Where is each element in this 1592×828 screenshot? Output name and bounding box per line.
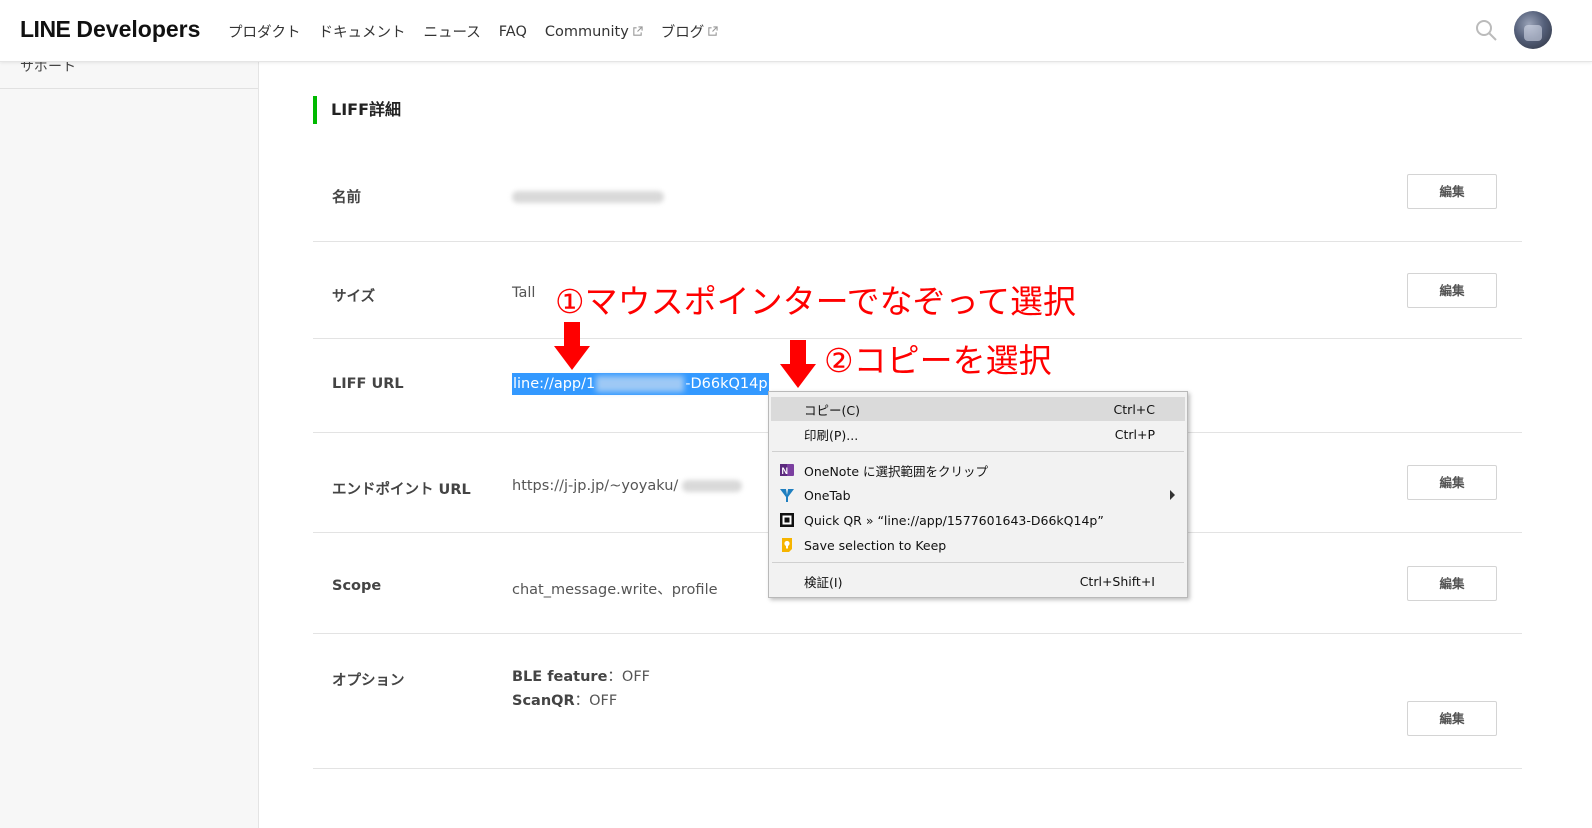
- row-label: Scope: [332, 578, 382, 594]
- menu-label: Quick QR » “line://app/1577601643-D66kQ1…: [804, 512, 1104, 528]
- line-developers-logo[interactable]: LINE Developers: [20, 16, 200, 43]
- top-header: LINE Developers プロダクト ドキュメント ニュース FAQ Com…: [0, 0, 1592, 62]
- edit-button-options[interactable]: 編集: [1407, 701, 1497, 736]
- menu-item-onetab[interactable]: OneTab: [771, 483, 1185, 507]
- user-avatar[interactable]: [1514, 11, 1552, 49]
- edit-button-name[interactable]: 編集: [1407, 174, 1497, 209]
- option-value: OFF: [621, 669, 651, 685]
- edit-button-scope[interactable]: 編集: [1407, 566, 1497, 601]
- sidebar-divider: [0, 88, 258, 89]
- nav-label: FAQ: [498, 23, 527, 40]
- row-label: 名前: [332, 190, 361, 206]
- annotation-step2: ②コピーを選択: [824, 341, 1052, 380]
- edit-button-endpoint[interactable]: 編集: [1407, 465, 1497, 500]
- menu-separator: [772, 562, 1184, 563]
- down-arrow-icon: [780, 340, 816, 388]
- down-arrow-icon: [554, 322, 590, 370]
- menu-label: 検証(I): [804, 574, 843, 590]
- menu-separator: [772, 451, 1184, 452]
- row-label: エンドポイント URL: [332, 482, 471, 498]
- nav-item-faq[interactable]: FAQ: [499, 21, 527, 42]
- row-value: Tall: [512, 285, 536, 301]
- option-ble: BLE feature：OFF: [512, 665, 650, 689]
- onetab-icon: [780, 489, 794, 502]
- menu-item-onenote[interactable]: N OneNote に選択範囲をクリップ: [771, 458, 1185, 482]
- sidebar: サポート: [0, 59, 259, 828]
- option-value: OFF: [589, 693, 618, 709]
- submenu-arrow-icon: [1170, 490, 1175, 500]
- nav-label: プロダクト: [228, 25, 301, 41]
- row-name: 名前 編集: [313, 145, 1522, 242]
- context-menu: コピー(C) Ctrl+C 印刷(P)... Ctrl+P N OneNote …: [768, 391, 1188, 598]
- edit-button-size[interactable]: 編集: [1407, 273, 1497, 308]
- option-sep: ：: [574, 693, 590, 709]
- search-icon[interactable]: [1474, 18, 1498, 42]
- section-title: LIFF詳細: [313, 96, 401, 124]
- menu-shortcut: Ctrl+Shift+I: [1079, 573, 1155, 589]
- nav-item-products[interactable]: プロダクト: [228, 21, 301, 42]
- menu-item-copy[interactable]: コピー(C) Ctrl+C: [771, 397, 1185, 421]
- selected-text: line://app/1 -D66kQ14p: [512, 373, 769, 395]
- menu-item-inspect[interactable]: 検証(I) Ctrl+Shift+I: [771, 569, 1185, 593]
- nav-label: Community: [544, 23, 629, 40]
- menu-label: コピー(C): [804, 402, 860, 418]
- menu-item-keep[interactable]: Save selection to Keep: [771, 533, 1185, 557]
- endpoint-url-text: https://j-jp.jp/~yoyaku/: [512, 478, 679, 494]
- nav-item-blog[interactable]: ブログ: [661, 21, 719, 42]
- logo-developers-text: Developers: [76, 16, 201, 42]
- external-link-icon: [708, 26, 718, 36]
- annotation-step1: ①マウスポインターでなぞって選択: [555, 282, 1076, 321]
- menu-label: Save selection to Keep: [804, 537, 947, 553]
- option-sep: ：: [607, 669, 622, 685]
- menu-item-quick-qr[interactable]: Quick QR » “line://app/1577601643-D66kQ1…: [771, 508, 1185, 532]
- menu-label: 印刷(P)...: [804, 427, 859, 443]
- options-values: BLE feature：OFF ScanQR：OFF: [512, 665, 650, 713]
- row-label: LIFF URL: [332, 376, 404, 392]
- keep-icon: [782, 538, 792, 552]
- logo-line-text: LINE: [20, 16, 71, 42]
- main-nav: プロダクト ドキュメント ニュース FAQ Community ブログ: [228, 21, 718, 42]
- menu-shortcut: Ctrl+C: [1113, 401, 1155, 417]
- menu-label: OneTab: [804, 487, 851, 503]
- option-label: ScanQR: [512, 693, 575, 709]
- row-value-blurred: [512, 189, 664, 205]
- nav-label: ドキュメント: [318, 25, 406, 41]
- menu-shortcut: Ctrl+P: [1114, 426, 1155, 442]
- liff-url-suffix: -D66kQ14p: [685, 376, 768, 392]
- nav-label: ニュース: [423, 25, 481, 41]
- row-value: https://j-jp.jp/~yoyaku/: [512, 478, 743, 494]
- row-label: サイズ: [332, 289, 376, 305]
- row-label: オプション: [332, 673, 405, 689]
- menu-item-print[interactable]: 印刷(P)... Ctrl+P: [771, 422, 1185, 446]
- svg-text:N: N: [782, 466, 789, 476]
- menu-label: OneNote に選択範囲をクリップ: [804, 463, 989, 479]
- row-options: オプション BLE feature：OFF ScanQR：OFF 編集: [313, 634, 1522, 769]
- row-value: chat_message.write、profile: [512, 582, 718, 598]
- option-label: BLE feature: [512, 669, 608, 685]
- liff-url-prefix: line://app/1: [513, 376, 596, 392]
- onenote-icon: N: [780, 464, 794, 476]
- nav-item-news[interactable]: ニュース: [424, 21, 481, 42]
- option-scanqr: ScanQR：OFF: [512, 689, 650, 713]
- qr-icon: [780, 513, 794, 527]
- nav-item-documents[interactable]: ドキュメント: [319, 21, 406, 42]
- nav-item-community[interactable]: Community: [545, 21, 643, 42]
- nav-label: ブログ: [660, 25, 705, 41]
- external-link-icon: [633, 26, 643, 36]
- liff-url-value[interactable]: line://app/1 -D66kQ14p: [512, 373, 769, 395]
